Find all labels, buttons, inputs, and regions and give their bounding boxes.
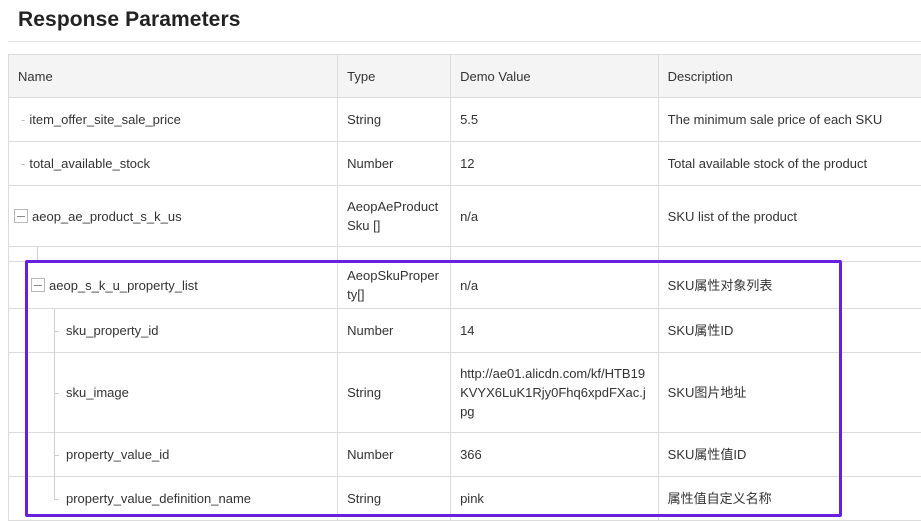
- param-name: property_value_id: [66, 447, 170, 462]
- table-row: sku_property_id Number 14 SKU属性ID: [7, 308, 921, 353]
- param-type: [337, 246, 452, 262]
- param-demo-value: http://ae01.alicdn.com/kf/HTB19KVYX6LuK1…: [450, 352, 659, 433]
- param-description: SKU图片地址: [657, 352, 921, 433]
- param-description: Total available stock of the product: [657, 141, 921, 186]
- param-description: SKU属性对象列表: [657, 261, 921, 309]
- collapse-toggle-icon[interactable]: [31, 278, 45, 293]
- title-divider: [8, 41, 921, 42]
- tree-leaf-dash: -: [21, 156, 26, 171]
- param-description: The minimum sale price of each SKU: [657, 97, 921, 142]
- param-description: SKU list of the product: [657, 185, 921, 247]
- column-header-name: Name: [7, 54, 339, 98]
- tree-connector: [37, 247, 38, 262]
- param-type: String: [337, 476, 452, 521]
- param-type: Number: [337, 141, 452, 186]
- table-row-spacer: [7, 246, 921, 262]
- param-type: Number: [337, 432, 452, 477]
- param-type: Number: [337, 308, 452, 353]
- param-description: [657, 246, 921, 262]
- tree-connector: [54, 477, 55, 499]
- param-name: aeop_ae_product_s_k_us: [32, 208, 182, 224]
- table-header-row: Name Type Demo Value Description: [7, 54, 921, 98]
- param-name-cell: property_value_id: [7, 432, 339, 477]
- tree-connector: [54, 455, 59, 456]
- param-demo-value: [450, 246, 659, 262]
- column-header-type: Type: [337, 54, 452, 98]
- param-demo-value: 366: [450, 432, 659, 477]
- table-row: property_value_id Number 366 SKU属性值ID: [7, 432, 921, 477]
- tree-connector: [54, 393, 59, 394]
- param-description: 属性值自定义名称: [657, 476, 921, 521]
- tree-leaf-dash: -: [21, 112, 26, 127]
- param-type: AeopSkuProperty[]: [337, 261, 452, 309]
- table-row: - item_offer_site_sale_price String 5.5 T…: [7, 97, 921, 142]
- param-name-cell: aeop_ae_product_s_k_us: [7, 185, 339, 247]
- tree-connector: [54, 499, 59, 500]
- response-parameters-table: Name Type Demo Value Description - item_o…: [7, 54, 921, 521]
- param-name: item_offer_site_sale_price: [29, 112, 181, 127]
- table-row: property_value_definition_name String pi…: [7, 476, 921, 521]
- param-type: String: [337, 97, 452, 142]
- param-name-cell: - total_available_stock: [7, 141, 339, 186]
- table-row: aeop_s_k_u_property_list AeopSkuProperty…: [7, 261, 921, 309]
- param-demo-value: 5.5: [450, 97, 659, 142]
- param-name-cell: sku_property_id: [7, 308, 339, 353]
- column-header-demo-value: Demo Value: [450, 54, 659, 98]
- table-row: sku_image String http://ae01.alicdn.com/…: [7, 352, 921, 433]
- column-header-description: Description: [657, 54, 921, 98]
- param-name-cell: - item_offer_site_sale_price: [7, 97, 339, 142]
- param-name: property_value_definition_name: [66, 491, 252, 506]
- param-type: AeopAeProductSku []: [337, 185, 452, 247]
- param-description: SKU属性ID: [657, 308, 921, 353]
- param-demo-value: 14: [450, 308, 659, 353]
- param-name-cell: [7, 246, 339, 262]
- param-demo-value: pink: [450, 476, 659, 521]
- param-type: String: [337, 352, 452, 433]
- param-demo-value: n/a: [450, 261, 659, 309]
- param-name-cell: sku_image: [7, 352, 339, 433]
- param-name-cell: aeop_s_k_u_property_list: [7, 261, 339, 309]
- param-demo-value: n/a: [450, 185, 659, 247]
- param-description: SKU属性值ID: [657, 432, 921, 477]
- param-name: total_available_stock: [29, 156, 151, 171]
- collapse-toggle-icon[interactable]: [14, 209, 28, 224]
- param-name: sku_property_id: [66, 323, 159, 338]
- param-name: sku_image: [66, 385, 129, 400]
- table-row: - total_available_stock Number 12 Total a…: [7, 141, 921, 186]
- tree-connector: [54, 331, 59, 332]
- page-title: Response Parameters: [18, 8, 241, 31]
- param-demo-value: 12: [450, 141, 659, 186]
- table-row: aeop_ae_product_s_k_us AeopAeProductSku …: [7, 185, 921, 247]
- param-name-cell: property_value_definition_name: [7, 476, 339, 521]
- param-name: aeop_s_k_u_property_list: [49, 277, 198, 293]
